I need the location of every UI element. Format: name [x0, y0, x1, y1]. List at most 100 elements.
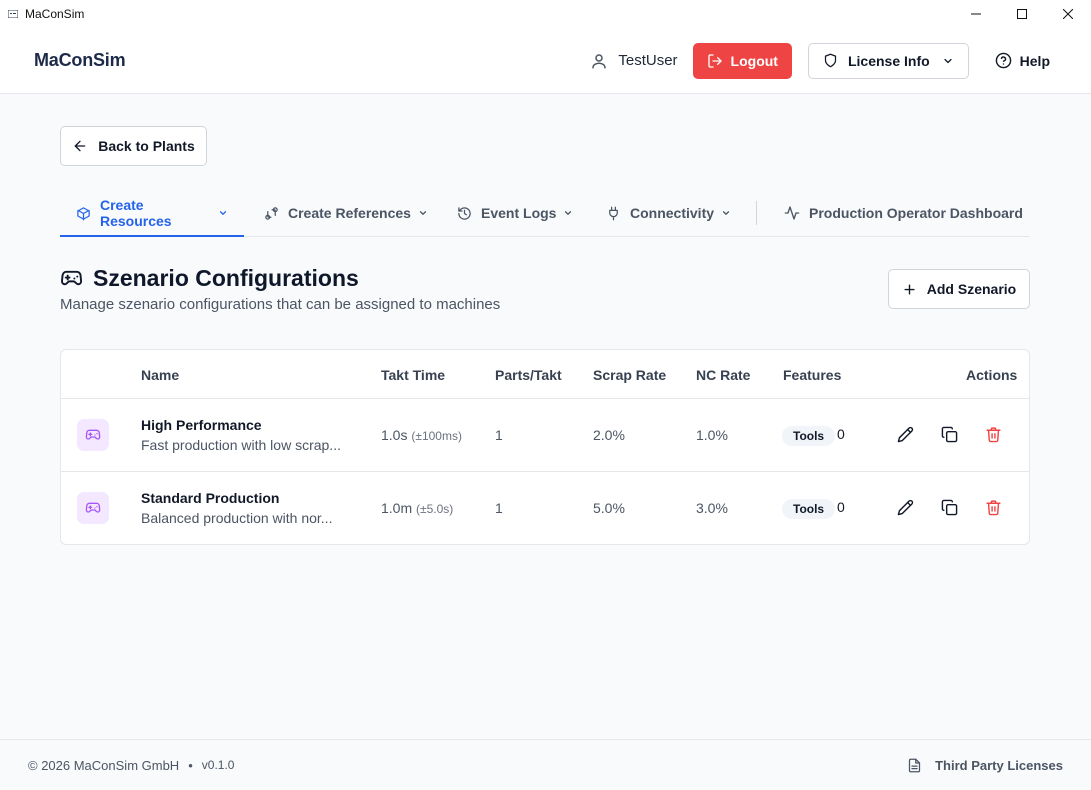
- plus-icon: [904, 283, 915, 295]
- chevron-down-icon: [722, 211, 730, 215]
- delete-button[interactable]: [985, 499, 1002, 516]
- git-compare-icon: [265, 206, 278, 220]
- column-header-nc-rate[interactable]: NC Rate: [696, 367, 750, 383]
- table-row[interactable]: Standard Production Balanced production …: [61, 472, 1029, 544]
- edit-button[interactable]: [897, 499, 914, 516]
- szenario-description: Fast production with low scrap...: [141, 437, 341, 453]
- trash-icon: [986, 500, 1001, 516]
- minimize-button[interactable]: [953, 0, 999, 28]
- table-header: Name Takt Time Parts/Takt Scrap Rate NC …: [61, 350, 1029, 399]
- copy-icon: [941, 499, 958, 516]
- license-info-button[interactable]: License Info: [807, 42, 969, 79]
- help-button[interactable]: Help: [995, 52, 1067, 69]
- szenario-name: Standard Production: [141, 490, 280, 506]
- box-icon: [77, 206, 90, 220]
- column-header-parts-takt[interactable]: Parts/Takt: [495, 367, 562, 383]
- maximize-icon: [1017, 9, 1027, 19]
- footer-separator: •: [188, 757, 193, 773]
- feature-count: 0: [837, 499, 845, 515]
- user-name: TestUser: [618, 52, 678, 69]
- plug-icon: [609, 206, 618, 220]
- gamepad-icon: [61, 270, 83, 286]
- column-header-scrap-rate[interactable]: Scrap Rate: [593, 367, 666, 383]
- close-icon: [1063, 9, 1073, 19]
- tab-event-logs[interactable]: Event Logs: [457, 190, 585, 236]
- tools-badge: Tools: [782, 426, 836, 446]
- maximize-button[interactable]: [999, 0, 1045, 28]
- takt-time-cell: 1.0m (±5.0s): [381, 500, 453, 516]
- logout-icon: [707, 53, 722, 68]
- window-titlebar: MaConSim: [0, 0, 1091, 28]
- szenario-table: Name Takt Time Parts/Takt Scrap Rate NC …: [60, 349, 1030, 545]
- license-info-label: License Info: [847, 52, 930, 69]
- delete-button[interactable]: [985, 426, 1002, 443]
- szenario-description: Balanced production with nor...: [141, 510, 333, 526]
- app-header: MaConSim TestUser Logout License Info He…: [0, 28, 1091, 94]
- copy-icon: [941, 426, 958, 443]
- tab-connectivity[interactable]: Connectivity: [606, 190, 736, 236]
- table-row[interactable]: High Performance Fast production with lo…: [61, 399, 1029, 472]
- window-title: MaConSim: [25, 7, 85, 21]
- tab-create-references[interactable]: Create References: [264, 190, 440, 236]
- logout-button[interactable]: Logout: [692, 42, 792, 79]
- third-party-licenses-link[interactable]: Third Party Licenses: [907, 758, 1063, 773]
- column-header-actions: Actions: [966, 367, 1018, 383]
- nc-rate-cell: 1.0%: [696, 427, 728, 443]
- szenario-icon: [77, 419, 109, 451]
- column-header-features: Features: [783, 367, 842, 383]
- trash-icon: [986, 427, 1001, 443]
- user-icon: [592, 53, 607, 68]
- edit-button[interactable]: [897, 426, 914, 443]
- takt-time-cell: 1.0s (±100ms): [381, 427, 462, 443]
- file-text-icon: [908, 758, 921, 772]
- gamepad-icon: [85, 429, 101, 440]
- arrow-left-icon: [74, 140, 86, 152]
- tab-label: Production Operator Dashboard: [809, 205, 1023, 221]
- takt-time-variance: (±100ms): [411, 429, 462, 443]
- chevron-down-icon: [419, 211, 427, 215]
- szenario-name: High Performance: [141, 417, 262, 433]
- copyright-text: © 2026 MaConSim GmbH: [28, 757, 180, 773]
- scrap-rate-cell: 2.0%: [593, 427, 625, 443]
- chevron-down-icon: [565, 211, 572, 215]
- tab-label: Create References: [288, 205, 411, 221]
- app-icon: [8, 10, 18, 18]
- parts-per-takt-cell: 1: [495, 500, 503, 516]
- main-tabs: Create Resources Create References Event…: [60, 190, 1030, 237]
- pencil-icon: [897, 426, 914, 443]
- logout-label: Logout: [730, 52, 778, 69]
- parts-per-takt-cell: 1: [495, 427, 503, 443]
- tab-production-operator-dashboard[interactable]: Production Operator Dashboard: [784, 190, 1023, 236]
- takt-time-variance: (±5.0s): [416, 502, 454, 516]
- third-party-licenses-label: Third Party Licenses: [935, 757, 1063, 773]
- page-title-text: Szenario Configurations: [93, 265, 359, 291]
- tab-label: Event Logs: [481, 205, 557, 221]
- takt-time-value: 1.0s: [381, 427, 408, 443]
- column-header-name[interactable]: Name: [141, 367, 179, 383]
- back-to-plants-button[interactable]: Back to Plants: [60, 126, 207, 166]
- pencil-icon: [897, 499, 914, 516]
- shield-icon: [824, 53, 837, 68]
- nc-rate-cell: 3.0%: [696, 500, 728, 516]
- column-header-takt-time[interactable]: Takt Time: [381, 367, 445, 383]
- duplicate-button[interactable]: [941, 426, 958, 443]
- help-circle-icon: [995, 52, 1011, 69]
- add-szenario-label: Add Szenario: [926, 281, 1017, 297]
- tools-badge: Tools: [782, 499, 836, 519]
- tab-create-resources[interactable]: Create Resources: [60, 190, 244, 237]
- version-text: v0.1.0: [201, 758, 235, 772]
- feature-count: 0: [837, 426, 845, 442]
- minimize-icon: [971, 13, 981, 15]
- scrap-rate-cell: 5.0%: [593, 500, 625, 516]
- user-info: TestUser: [590, 52, 678, 70]
- brand-logo[interactable]: MaConSim: [34, 50, 126, 71]
- tab-separator: [756, 201, 757, 225]
- back-label: Back to Plants: [98, 138, 195, 154]
- chevron-down-icon: [944, 58, 952, 63]
- duplicate-button[interactable]: [941, 499, 958, 516]
- tab-label: Create Resources: [100, 197, 172, 229]
- takt-time-value: 1.0m: [381, 500, 413, 516]
- history-icon: [458, 206, 471, 220]
- add-szenario-button[interactable]: Add Szenario: [888, 269, 1030, 309]
- close-button[interactable]: [1045, 0, 1091, 28]
